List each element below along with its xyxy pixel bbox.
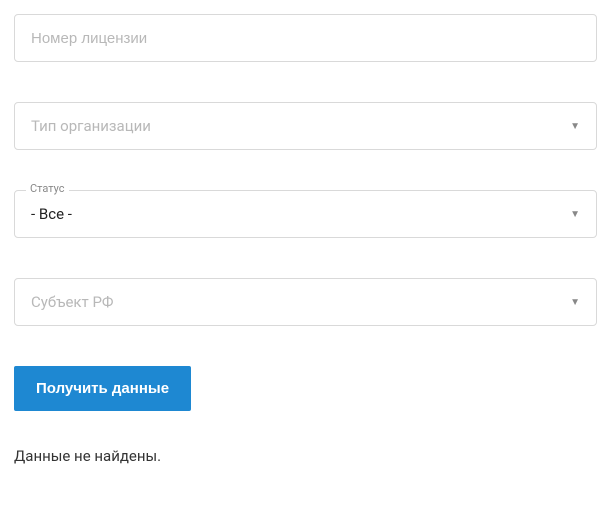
- license-number-field: [14, 14, 597, 62]
- status-select[interactable]: - Все - ▼: [14, 190, 597, 238]
- status-field: Статус - Все - ▼: [14, 190, 597, 238]
- subject-select[interactable]: Субъект РФ ▼: [14, 278, 597, 326]
- status-label: Статус: [26, 182, 69, 195]
- subject-placeholder: Субъект РФ: [31, 293, 114, 311]
- submit-button[interactable]: Получить данные: [14, 366, 191, 411]
- chevron-down-icon: ▼: [570, 209, 580, 220]
- chevron-down-icon: ▼: [570, 121, 580, 132]
- result-message: Данные не найдены.: [14, 447, 597, 465]
- chevron-down-icon: ▼: [570, 297, 580, 308]
- license-number-input[interactable]: [14, 14, 597, 62]
- subject-field: Субъект РФ ▼: [14, 278, 597, 326]
- status-value: - Все -: [31, 205, 72, 223]
- org-type-field: Тип организации ▼: [14, 102, 597, 150]
- org-type-placeholder: Тип организации: [31, 117, 151, 135]
- org-type-select[interactable]: Тип организации ▼: [14, 102, 597, 150]
